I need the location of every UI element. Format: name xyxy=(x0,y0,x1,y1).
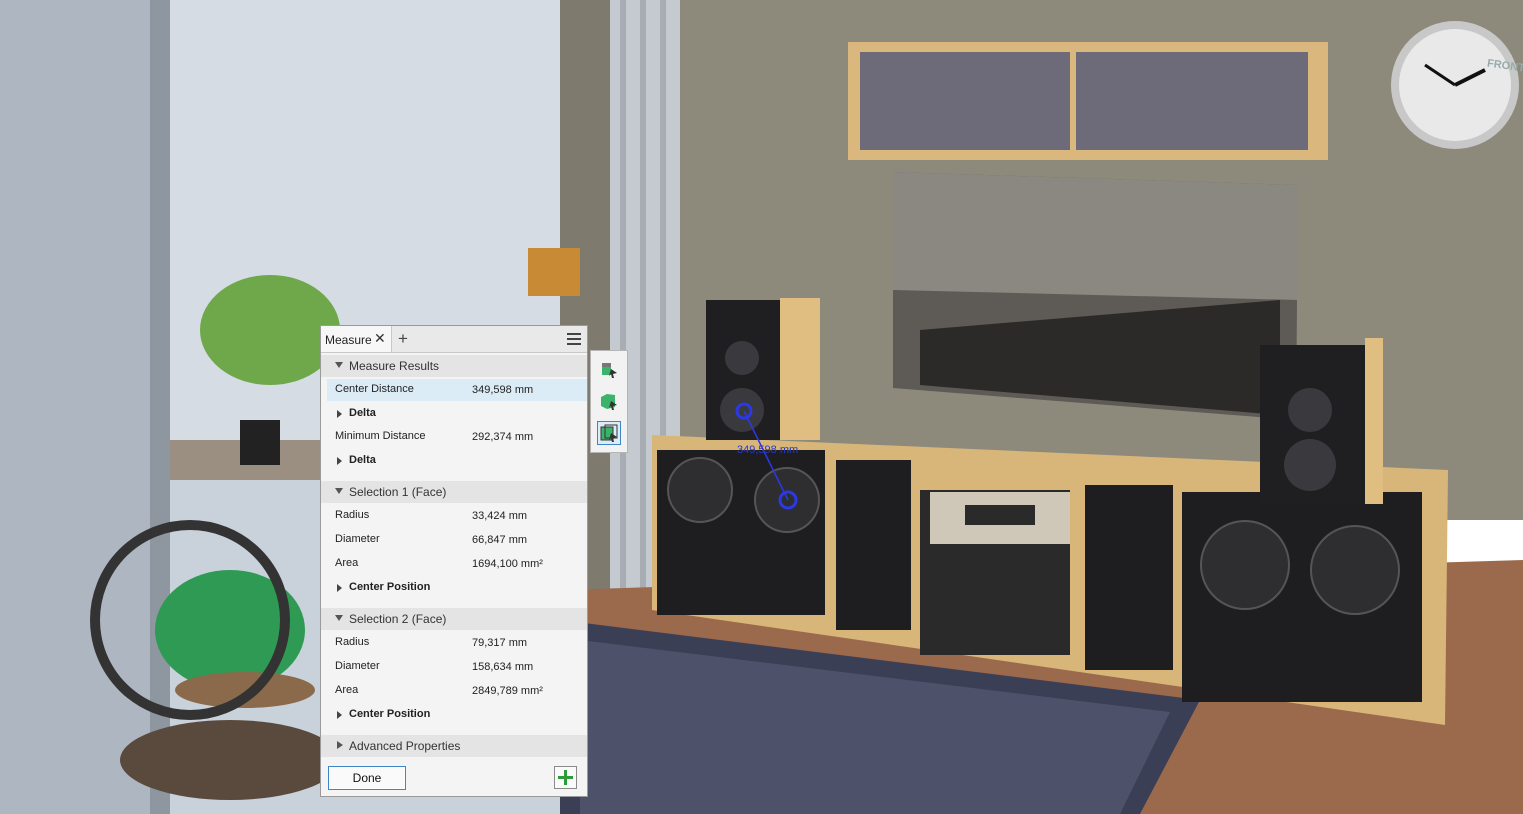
selection2-area-row[interactable]: Area 2849,789 mm² xyxy=(327,680,587,702)
collapse-triangle-icon xyxy=(335,488,343,494)
tab-measure[interactable]: Measure ✕ xyxy=(321,326,392,352)
delta-expander[interactable]: Delta xyxy=(327,450,587,472)
selection1-diameter-row[interactable]: Diameter 66,847 mm xyxy=(327,529,587,551)
add-tab-icon[interactable]: + xyxy=(398,329,408,349)
delta-label: Delta xyxy=(349,407,376,419)
collapse-triangle-icon xyxy=(335,615,343,621)
expand-triangle-icon xyxy=(337,711,342,719)
delta-expander[interactable]: Delta xyxy=(327,403,587,425)
measure-panel: Measure ✕ + Measure Results Center Dista… xyxy=(320,325,588,797)
minimum-distance-label: Minimum Distance xyxy=(335,430,426,442)
diameter-value: 158,634 mm xyxy=(472,661,534,673)
section-title: Measure Results xyxy=(349,359,440,373)
close-icon[interactable]: ✕ xyxy=(374,331,386,345)
center-position-expander[interactable]: Center Position xyxy=(327,577,587,599)
section-advanced-properties[interactable]: Advanced Properties xyxy=(321,735,587,757)
minimum-distance-row[interactable]: Minimum Distance 292,374 mm xyxy=(327,426,587,448)
select-face-icon[interactable] xyxy=(597,421,621,445)
center-position-label: Center Position xyxy=(349,581,431,593)
collapse-triangle-icon xyxy=(335,362,343,368)
section-title: Advanced Properties xyxy=(349,739,461,753)
center-distance-value: 349,598 mm xyxy=(472,384,534,396)
area-label: Area xyxy=(335,684,359,696)
selection2-radius-row[interactable]: Radius 79,317 mm xyxy=(327,632,587,654)
add-measurement-button[interactable] xyxy=(554,766,577,789)
selection2-diameter-row[interactable]: Diameter 158,634 mm xyxy=(327,656,587,678)
panel-tab-bar: Measure ✕ + xyxy=(321,326,587,353)
selection1-area-row[interactable]: Area 1694,100 mm² xyxy=(327,553,587,575)
expand-triangle-icon xyxy=(337,457,342,465)
expand-triangle-icon xyxy=(337,741,343,749)
radius-label: Radius xyxy=(335,509,370,521)
area-value: 1694,100 mm² xyxy=(472,558,543,570)
plus-icon xyxy=(558,770,573,785)
expand-triangle-icon xyxy=(337,584,342,592)
done-button[interactable]: Done xyxy=(328,766,406,790)
center-distance-label: Center Distance xyxy=(335,383,414,395)
minimum-distance-value: 292,374 mm xyxy=(472,431,534,443)
section-measure-results[interactable]: Measure Results xyxy=(321,355,587,377)
delta-label: Delta xyxy=(349,454,376,466)
radius-value: 79,317 mm xyxy=(472,637,528,649)
center-distance-row[interactable]: Center Distance 349,598 mm xyxy=(327,379,587,401)
diameter-label: Diameter xyxy=(335,660,380,672)
tab-measure-label: Measure xyxy=(325,333,372,347)
radius-label: Radius xyxy=(335,636,370,648)
section-selection-2[interactable]: Selection 2 (Face) xyxy=(321,608,587,630)
hamburger-menu-icon[interactable] xyxy=(567,333,581,345)
section-selection-1[interactable]: Selection 1 (Face) xyxy=(321,481,587,503)
select-part-icon[interactable] xyxy=(597,389,621,413)
select-component-icon[interactable] xyxy=(597,357,621,381)
3d-viewport[interactable] xyxy=(0,0,1523,814)
section-title: Selection 1 (Face) xyxy=(349,485,447,499)
expand-triangle-icon xyxy=(337,410,342,418)
diameter-value: 66,847 mm xyxy=(472,534,528,546)
selection-mode-toolbar xyxy=(590,350,628,453)
area-value: 2849,789 mm² xyxy=(472,685,543,697)
dimension-annotation: 349,598 mm xyxy=(737,444,799,456)
selection1-radius-row[interactable]: Radius 33,424 mm xyxy=(327,505,587,527)
diameter-label: Diameter xyxy=(335,533,380,545)
area-label: Area xyxy=(335,557,359,569)
section-title: Selection 2 (Face) xyxy=(349,612,447,626)
center-position-label: Center Position xyxy=(349,708,431,720)
radius-value: 33,424 mm xyxy=(472,510,528,522)
center-position-expander[interactable]: Center Position xyxy=(327,704,587,726)
